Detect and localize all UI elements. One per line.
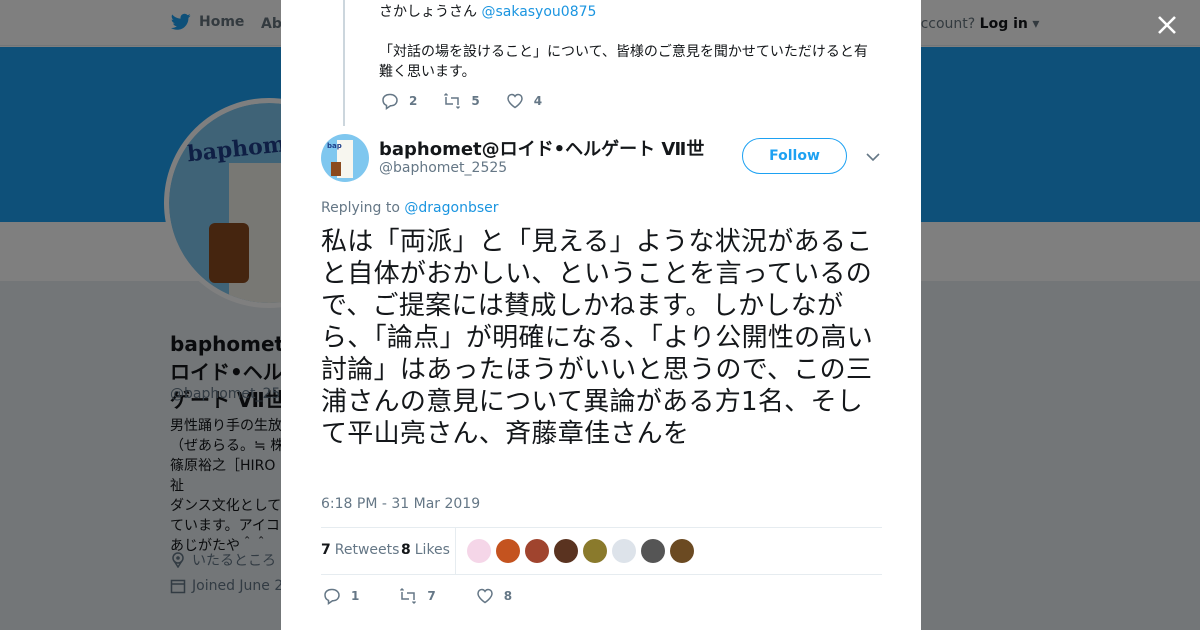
tweet-actions: 1 7 8 — [323, 587, 552, 605]
reply-button[interactable]: 2 — [381, 92, 417, 110]
tweet-stats: 7 Retweets 8 Likes — [321, 527, 882, 575]
reply-count: 2 — [409, 94, 418, 108]
tweet-timestamp[interactable]: 6:18 PM - 31 Mar 2019 — [321, 496, 480, 512]
stats-divider — [455, 528, 456, 574]
liker-avatar[interactable] — [496, 539, 520, 563]
like-count: 4 — [533, 94, 543, 108]
likes-stat-count: 8 — [401, 542, 411, 558]
retweet-count: 7 — [427, 589, 436, 603]
thread-connector-line — [343, 0, 345, 126]
previous-tweet-text: さかしょうさん @sakasyou0875 「対話の場を設けること」について、皆… — [379, 2, 879, 82]
previous-tweet-actions: 2 5 4 — [381, 92, 568, 110]
liker-avatar[interactable] — [525, 539, 549, 563]
previous-tweet-body: 「対話の場を設けること」について、皆様のご意見を聞かせていただけると有難く思いま… — [379, 44, 868, 80]
reply-count: 1 — [351, 589, 360, 603]
heart-icon — [476, 588, 493, 604]
likes-stat-label: Likes — [414, 542, 450, 558]
author-name[interactable]: baphomet@ロイド•ヘルゲート Ⅶ世 — [379, 135, 704, 161]
previous-mention-name: さかしょうさん — [379, 4, 477, 20]
like-button[interactable]: 4 — [506, 92, 542, 110]
liker-avatar[interactable] — [612, 539, 636, 563]
chevron-down-icon[interactable] — [865, 150, 881, 164]
liker-avatar[interactable] — [583, 539, 607, 563]
liker-avatar[interactable] — [670, 539, 694, 563]
replying-handle-link[interactable]: @dragonbser — [404, 200, 498, 216]
tweet-text: 私は「両派」と「見える」ような状況があること自体がおかしい、ということを言ってい… — [321, 227, 874, 449]
reply-icon — [324, 588, 340, 605]
retweets-stat[interactable]: 7 Retweets — [321, 542, 399, 558]
like-button[interactable]: 8 — [476, 587, 512, 605]
tweet-modal: さかしょうさん @sakasyou0875 「対話の場を設けること」について、皆… — [281, 0, 921, 630]
follow-button[interactable]: Follow — [742, 138, 847, 174]
reply-icon — [382, 93, 398, 110]
heart-icon — [506, 93, 523, 109]
replying-prefix: Replying to — [321, 200, 400, 216]
retweet-icon — [444, 92, 461, 110]
liker-avatar[interactable] — [467, 539, 491, 563]
retweet-button[interactable]: 5 — [443, 92, 480, 110]
retweet-count: 5 — [471, 94, 480, 108]
retweets-stat-label: Retweets — [334, 542, 400, 558]
retweets-stat-count: 7 — [321, 542, 331, 558]
replying-to: Replying to @dragonbser — [321, 200, 499, 216]
retweet-icon — [400, 587, 417, 605]
likers-avatars — [467, 539, 694, 563]
retweet-button[interactable]: 7 — [399, 587, 436, 605]
close-icon[interactable] — [1154, 12, 1180, 38]
likes-stat[interactable]: 8 Likes — [401, 542, 450, 558]
previous-mention-link[interactable]: @sakasyou0875 — [481, 4, 596, 20]
liker-avatar[interactable] — [554, 539, 578, 563]
author-avatar[interactable]: bap — [321, 134, 369, 182]
reply-button[interactable]: 1 — [323, 587, 359, 605]
author-handle[interactable]: @baphomet_2525 — [379, 160, 507, 176]
liker-avatar[interactable] — [641, 539, 665, 563]
like-count: 8 — [503, 589, 513, 603]
